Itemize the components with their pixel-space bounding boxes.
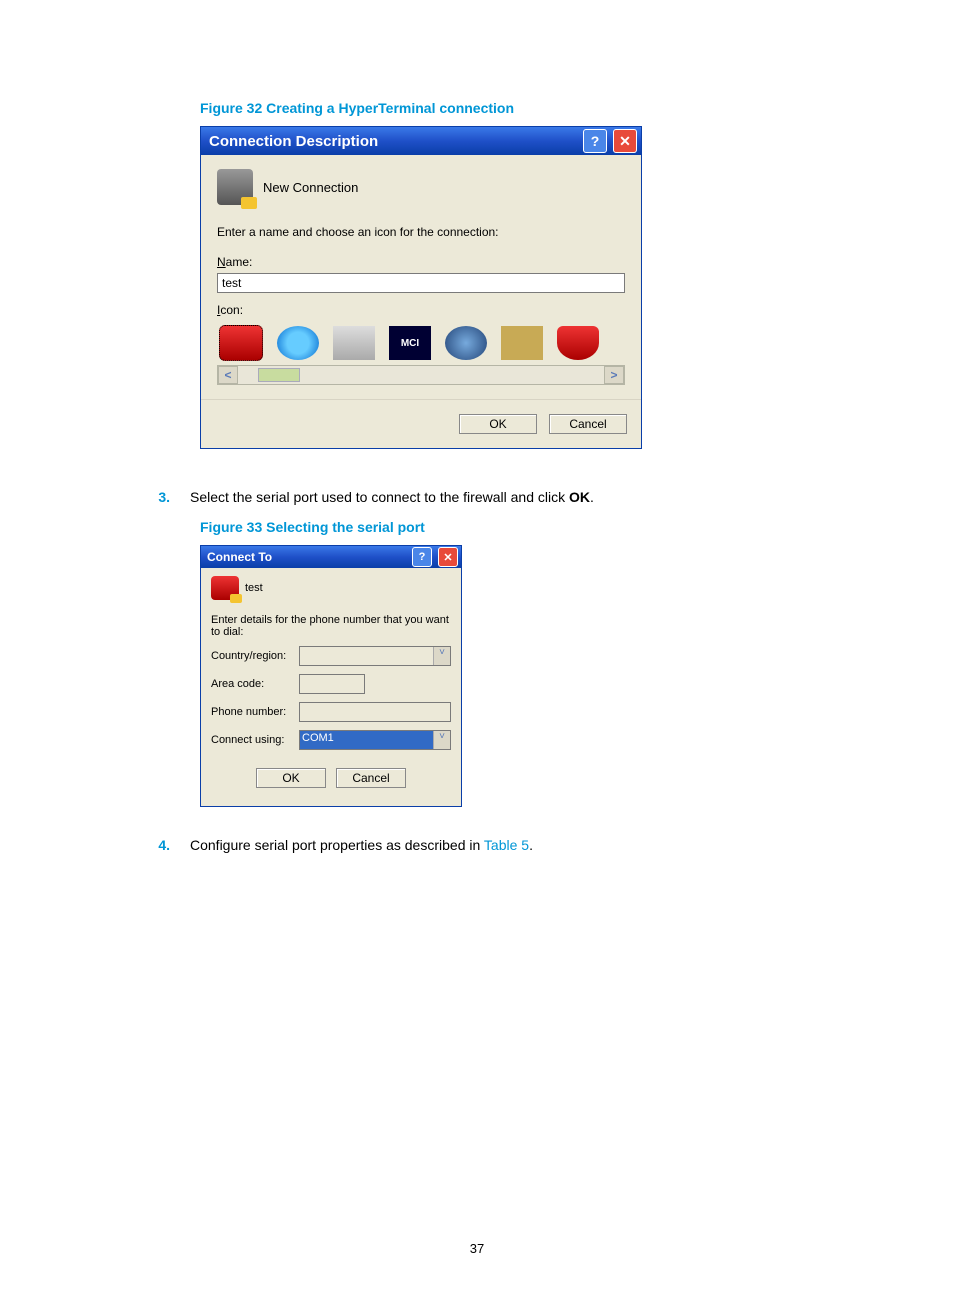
icon-option-notepad[interactable]	[501, 326, 543, 360]
icon-picker: MCI	[217, 321, 625, 363]
dialog2-prompt: Enter details for the phone number that …	[211, 614, 451, 638]
ok-button[interactable]: OK	[256, 768, 326, 788]
scroll-left-icon[interactable]: <	[218, 366, 238, 384]
figure-32-caption: Figure 32 Creating a HyperTerminal conne…	[200, 100, 804, 116]
help-button[interactable]: ?	[412, 547, 432, 567]
help-button[interactable]: ?	[583, 129, 607, 153]
step-4: 4. Configure serial port properties as d…	[150, 837, 804, 853]
scroll-right-icon[interactable]: >	[604, 366, 624, 384]
area-code-input[interactable]	[299, 674, 365, 694]
icon-label: Icon:	[217, 303, 625, 317]
connection-description-dialog: Connection Description ? ✕ New Connectio…	[200, 126, 642, 449]
step-3-number: 3.	[150, 489, 170, 505]
connect-using-value: COM1	[300, 731, 433, 749]
dialog2-titlebar: Connect To ? ✕	[201, 546, 461, 568]
table-5-link[interactable]: Table 5	[484, 837, 529, 853]
step-4-text: Configure serial port properties as desc…	[190, 837, 804, 853]
area-code-label: Area code:	[211, 678, 293, 690]
name-input[interactable]	[217, 273, 625, 293]
ok-button[interactable]: OK	[459, 414, 537, 434]
dialog1-title: Connection Description	[209, 133, 577, 150]
close-button[interactable]: ✕	[613, 129, 637, 153]
icon-option-ge[interactable]	[445, 326, 487, 360]
page-number: 37	[0, 1241, 954, 1256]
dialog2-title: Connect To	[207, 550, 406, 564]
icon-option-globe[interactable]	[277, 326, 319, 360]
connect-using-select[interactable]: COM1 ˅	[299, 730, 451, 750]
connection-name-label: test	[245, 582, 263, 594]
icon-option-umbrella[interactable]	[557, 326, 599, 360]
new-connection-label: New Connection	[263, 180, 358, 195]
scroll-thumb[interactable]	[258, 368, 300, 382]
connect-to-dialog: Connect To ? ✕ test Enter details for th…	[200, 545, 462, 807]
icon-option-phone[interactable]	[219, 325, 263, 361]
icon-scrollbar[interactable]: < >	[217, 365, 625, 385]
cancel-button[interactable]: Cancel	[336, 768, 406, 788]
icon-option-mci[interactable]: MCI	[389, 326, 431, 360]
telephony-icon	[217, 169, 253, 205]
close-button[interactable]: ✕	[438, 547, 458, 567]
prompt-text: Enter a name and choose an icon for the …	[217, 225, 625, 239]
icon-option-newspaper[interactable]	[333, 326, 375, 360]
figure-33-caption: Figure 33 Selecting the serial port	[200, 519, 804, 535]
connect-using-label: Connect using:	[211, 734, 293, 746]
chevron-down-icon: ˅	[433, 731, 450, 749]
step-3: 3. Select the serial port used to connec…	[150, 489, 804, 505]
name-label: Name:	[217, 255, 625, 269]
telephony-icon	[211, 576, 239, 600]
country-label: Country/region:	[211, 650, 293, 662]
phone-number-label: Phone number:	[211, 706, 293, 718]
step-4-number: 4.	[150, 837, 170, 853]
cancel-button[interactable]: Cancel	[549, 414, 627, 434]
dialog1-titlebar: Connection Description ? ✕	[201, 127, 641, 155]
step-3-text: Select the serial port used to connect t…	[190, 489, 804, 505]
chevron-down-icon: ˅	[433, 647, 450, 665]
phone-number-input[interactable]	[299, 702, 451, 722]
country-select[interactable]: ˅	[299, 646, 451, 666]
